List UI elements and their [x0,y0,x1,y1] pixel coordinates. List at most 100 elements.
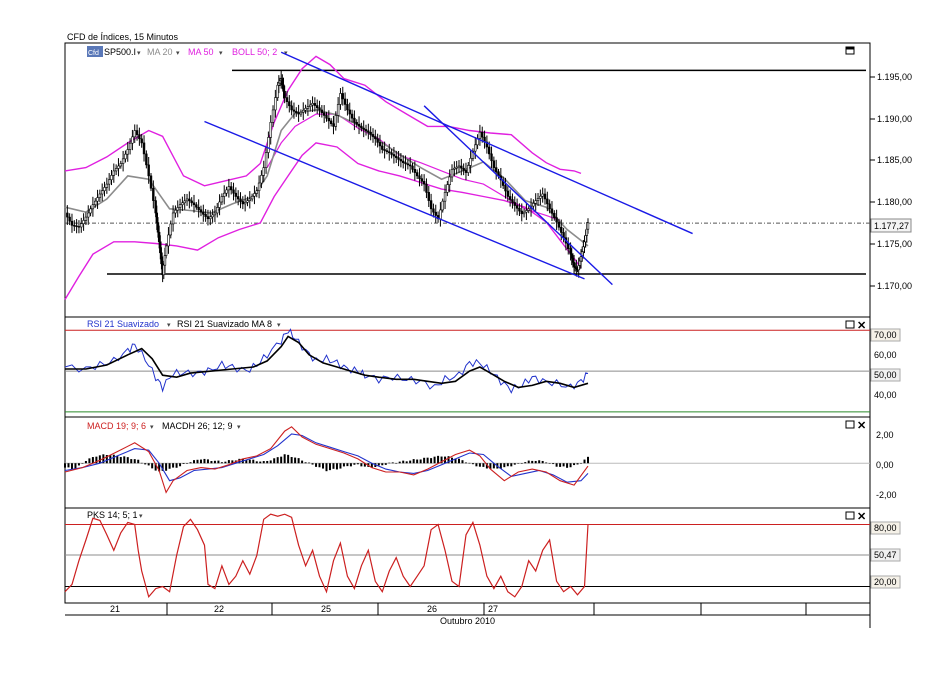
candle-body [448,176,451,185]
macd-histogram-bar [580,462,583,464]
legend-rsi-arrow[interactable]: ▾ [167,322,171,329]
pks-close-icon[interactable]: ✕ [857,511,866,523]
legend-rsi-ma-arrow[interactable]: ▾ [277,322,281,329]
legend-rsi-ma[interactable]: RSI 21 Suavizado MA 8 [177,319,272,329]
macd-histogram-bar [332,463,335,469]
legend-macdh[interactable]: MACDH 26; 12; 9 [162,421,233,431]
pks-maximize-icon[interactable] [845,511,855,520]
macd-series-group [64,426,870,494]
candle-body [257,182,261,192]
pks-panel-controls: ✕ [845,511,866,523]
macd-histogram-bar [151,463,154,469]
candle-body [119,163,122,167]
macd-maximize-icon[interactable] [845,420,855,429]
candle-body [332,123,335,127]
macd-histogram-bar [468,462,471,464]
candle-body [149,175,153,189]
macd-histogram-bar [520,463,523,464]
candle-body [283,90,286,98]
candle-body [371,134,375,137]
candle-body [420,178,424,182]
macd-histogram-bar [569,463,572,468]
legend-rsi[interactable]: RSI 21 Suavizado [87,319,159,329]
legend-ma20[interactable]: MA 20 [147,47,173,57]
candle-body [522,211,526,215]
macd-histogram-bar [77,463,80,466]
candle-body [292,109,296,112]
candle-body [197,206,200,210]
legend-macdh-arrow[interactable]: ▾ [237,424,241,431]
candle-body [218,201,221,208]
legend-boll[interactable]: BOLL 50; 2 [232,47,277,57]
candle-body [267,137,270,153]
macd-histogram-bar [70,463,73,470]
legend-macd[interactable]: MACD 19; 9; 6 [87,421,146,431]
candle-body [376,138,379,143]
candle-body [583,241,586,248]
legend-ma50[interactable]: MA 50 [188,47,214,57]
macd-histogram-bar [349,463,352,467]
rsi-series-group [64,328,870,413]
macd-close-icon[interactable]: ✕ [857,420,866,432]
macd-histogram-bar [91,457,94,464]
candle-body [429,200,433,210]
macd-histogram-bar [67,463,70,468]
macd-histogram-bar [84,460,87,464]
price-tick-label: 1.170,00 [877,281,912,291]
legend-macd-arrow[interactable]: ▾ [150,424,154,431]
legend-ma50-arrow[interactable]: ▾ [219,50,223,57]
legend-symbol[interactable]: SP500.I [104,47,136,57]
macd-histogram-bar [199,459,202,464]
candle-body [327,117,331,122]
macd-histogram-bar [524,462,527,464]
candle-body [243,201,247,205]
macd-histogram-bar [395,462,398,464]
candle-body [553,212,556,218]
candle-body [450,168,454,178]
macd-histogram-bar [133,459,136,464]
candle-body [515,205,519,209]
macd-signal-line [64,433,589,483]
candle-body [362,127,365,130]
candle-body [443,192,447,202]
macd-histogram-bar [419,459,422,464]
macd-histogram-bar [402,460,405,464]
month-label: Outubro 2010 [440,616,495,626]
candle-body [190,200,193,204]
macd-histogram-bar [412,459,415,464]
candle-body [546,198,549,205]
candle-body [140,138,143,144]
macd-histogram-bar [562,463,565,467]
candle-body [96,197,99,202]
macd-histogram-bar [573,463,576,466]
legend-ma20-arrow[interactable]: ▾ [176,50,180,57]
macd-histogram-bar [416,459,419,464]
macd-histogram-bar [360,463,363,467]
candle-body [163,255,167,266]
rsi-maximize-icon[interactable] [845,320,855,329]
candle-body [288,101,291,107]
candle-body [582,246,585,253]
candle-body [246,200,249,203]
macd-tick-label: 0,00 [876,460,894,470]
price-tick-label: 1.190,00 [877,114,912,124]
candle-body [555,217,558,223]
candle-body [87,212,90,218]
macd-histogram-bar [527,460,530,464]
legend-pks-arrow[interactable]: ▾ [139,513,143,520]
candle-body [239,198,242,202]
macd-histogram-bar [423,457,426,464]
candle-body [138,134,141,140]
candle-body [364,129,368,132]
legend-symbol-arrow[interactable]: ▾ [137,50,141,57]
candle-body [329,120,333,124]
candle-body [183,200,186,204]
macd-histogram-bar [548,463,551,464]
chart-canvas: CFD de Índices, 15 Minutos Cfd SP500.I ▾… [64,32,912,628]
candle-body [103,187,106,192]
candle-body [469,157,472,166]
candle-body [302,109,305,113]
macd-histogram-bar [301,460,304,464]
pks-tick-label: 80,00 [874,523,897,533]
candle-body [241,201,245,205]
